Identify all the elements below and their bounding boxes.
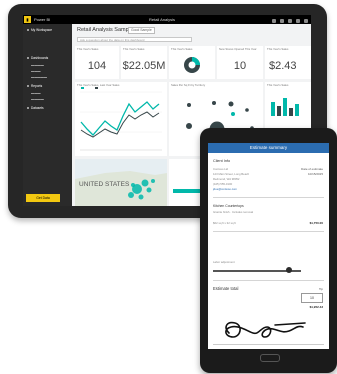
dashboard-title: Retail Analysis Sample (77, 27, 133, 33)
donut-chart (184, 57, 200, 73)
dashboard-icon (27, 57, 29, 60)
top-bar-title: Retail Analysis (149, 17, 176, 22)
workspace-icon (27, 29, 29, 32)
home-button[interactable] (260, 354, 280, 362)
divider (213, 197, 324, 198)
report-icon (27, 85, 29, 88)
get-data-button[interactable]: Get Data (26, 194, 60, 202)
dataset-icon (27, 107, 29, 110)
user-icon[interactable] (304, 19, 308, 23)
sample-badge[interactable]: Good Sample (128, 27, 155, 34)
nav-label: My Workspace (31, 28, 53, 32)
nav-label: Dashboards (31, 56, 49, 60)
estimate-date-label: Date of estimate (301, 167, 323, 171)
download-icon[interactable] (287, 19, 292, 23)
nav-reports[interactable]: Reports (27, 83, 69, 89)
signature-drawing (225, 321, 306, 338)
item-title: Kitchen Countertops (213, 204, 244, 208)
client-info-heading: Client Info (213, 159, 231, 163)
estimate-header: Estimate summary (208, 143, 329, 153)
left-nav-pane: My Workspace Dashboards ▬▬▬▬ ▬▬▬ ▬▬▬▬▬ R… (23, 24, 72, 206)
phone-device: Estimate summary Client Info Contoso Ltd… (200, 128, 337, 373)
kpi-tile[interactable]: This Year's Sales $22.05M (121, 46, 167, 79)
map-country-label: UNITED STATES (79, 181, 130, 188)
kpi-tile[interactable]: New Stores Opened This Year 10 (217, 46, 263, 79)
phone-screen: Estimate summary Client Info Contoso Ltd… (208, 143, 329, 349)
tip-input[interactable]: 10 (301, 293, 323, 303)
divider (213, 231, 324, 232)
labor-label: Labor adjustment (213, 260, 235, 264)
labor-slider-thumb[interactable] (285, 267, 292, 273)
client-line: Contoso Ltd (213, 167, 229, 171)
nav-report-entry[interactable]: ▬▬▬▬ (31, 96, 73, 102)
settings-gear-icon[interactable] (279, 19, 284, 23)
nav-dashboards[interactable]: Dashboards (27, 55, 69, 61)
notification-icon[interactable] (271, 19, 276, 23)
client-line: (425) 555-0100 (213, 182, 233, 186)
client-line: 123 Main Street, Long Beach (213, 172, 250, 176)
estimate-total-heading: Estimate total (213, 286, 239, 291)
kpi-value: 104 (87, 60, 107, 72)
kpi-tile[interactable]: This Year's Sales 104 (75, 46, 119, 79)
client-email-link[interactable]: jdoe@contoso.com (213, 187, 237, 191)
divider (213, 280, 324, 281)
nav-my-workspace[interactable]: My Workspace (27, 27, 69, 33)
item-amount: $1,750.00 (309, 221, 323, 225)
tile-title: This Year's Sales (77, 47, 99, 51)
kpi-value: 10 (233, 60, 247, 72)
power-bi-logo-icon: ▮ (24, 16, 31, 23)
tile-title: New Stores Opened This Year (219, 47, 257, 51)
map-tile[interactable]: UNITED STATES (75, 159, 167, 206)
kpi-value: $2.43 (269, 60, 297, 72)
client-line: Redmond, WA 98052 (213, 177, 240, 181)
pie-tile[interactable]: This Year's Sales (169, 46, 215, 79)
app-top-bar: ▮ Power BI Retail Analysis (23, 15, 311, 24)
tile-title: This Year's Sales (123, 47, 145, 51)
estimate-total-amount: $1,952.43 (309, 305, 323, 309)
tile-title: This Year's Sales (267, 47, 289, 51)
nav-label: Datasets (31, 106, 44, 110)
nav-label: Reports (31, 84, 43, 88)
top-bar-icons (269, 17, 308, 23)
tip-label: Tip (318, 287, 323, 291)
qa-question-input[interactable]: Ask a question about the data on this da… (77, 37, 192, 42)
line-chart-tile[interactable]: This Year's Sales, Last Year Sales (75, 82, 167, 156)
item-subtitle: Granite finish · Includes removal (213, 210, 254, 214)
nav-dashboard-entry[interactable]: ▬▬▬▬▬ (31, 74, 73, 80)
kpi-value: $22.05M (122, 60, 166, 72)
item-quantity: $62 sq ft x 32 sq ft (213, 221, 236, 225)
app-name: Power BI (34, 17, 51, 22)
line-chart (80, 87, 162, 151)
kpi-tile[interactable]: This Year's Sales $2.43 (265, 46, 311, 79)
help-icon[interactable] (295, 19, 300, 23)
nav-datasets[interactable]: Datasets (27, 105, 69, 111)
signature-pad[interactable] (213, 313, 324, 345)
estimate-date-value: 10/15/2015 (307, 172, 323, 176)
